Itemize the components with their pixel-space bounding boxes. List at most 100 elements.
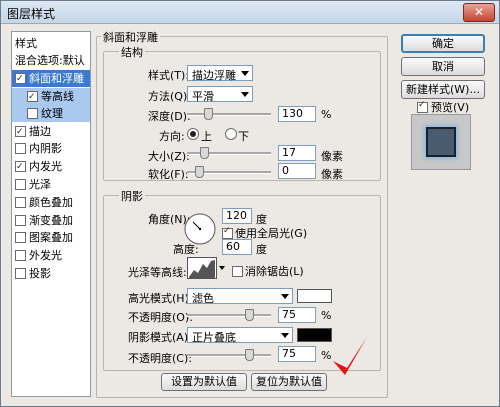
highlight-color-swatch[interactable] — [297, 289, 332, 303]
depth-slider[interactable] — [187, 107, 271, 121]
depth-label: 深度(D): — [148, 110, 191, 123]
style-list-item[interactable]: 描边 — [12, 123, 90, 141]
style-select[interactable]: 描边浮雕 — [187, 65, 253, 82]
style-list-label: 样式 — [15, 37, 37, 50]
contour-curve-icon — [189, 260, 215, 278]
style-list-label: 渐变叠加 — [29, 214, 73, 227]
size-unit: 像素 — [321, 150, 343, 163]
style-list-checkbox[interactable] — [15, 215, 26, 226]
style-list-item[interactable]: 投影 — [12, 265, 90, 282]
style-list-label: 斜面和浮雕 — [29, 72, 84, 85]
style-list-item[interactable]: 样式 — [15, 35, 93, 52]
style-list-item[interactable]: 外发光 — [12, 247, 90, 264]
cancel-button[interactable]: 取消 — [401, 57, 485, 76]
bevel-emboss-title: 斜面和浮雕 — [101, 29, 160, 45]
shadow-opacity-label: 不透明度(C): — [128, 352, 192, 365]
style-list-checkbox[interactable] — [15, 179, 26, 190]
style-list-label: 图案叠加 — [29, 231, 73, 244]
style-list-checkbox[interactable] — [15, 71, 26, 88]
chevron-down-icon — [241, 71, 249, 76]
shadow-color-swatch[interactable] — [297, 328, 332, 342]
style-list-label: 颜色叠加 — [29, 196, 73, 209]
depth-slider-thumb[interactable] — [204, 108, 213, 120]
angle-input[interactable]: 120 — [222, 208, 252, 224]
style-list-item[interactable]: 纹理 — [12, 105, 90, 122]
ok-button[interactable]: 确定 — [401, 34, 485, 53]
soften-unit: 像素 — [321, 168, 343, 181]
style-label: 样式(T): — [148, 69, 190, 82]
highlight-opacity-unit: % — [321, 309, 332, 322]
style-list-checkbox[interactable] — [15, 124, 26, 141]
preview-label: 预览(V) — [431, 101, 470, 114]
chevron-down-icon — [281, 333, 289, 338]
size-slider-thumb[interactable] — [200, 147, 209, 159]
style-list-checkbox[interactable] — [15, 143, 26, 154]
close-button[interactable]: ✕ — [463, 3, 495, 22]
style-list-checkbox[interactable] — [15, 268, 26, 279]
highlight-opacity-slider[interactable] — [187, 308, 271, 322]
style-list-checkbox[interactable] — [15, 250, 26, 261]
style-list-item[interactable]: 斜面和浮雕 — [12, 70, 90, 88]
chevron-down-icon[interactable] — [219, 266, 225, 270]
style-list-item[interactable]: 渐变叠加 — [12, 212, 90, 229]
preview-checkbox[interactable] — [417, 100, 428, 113]
style-list-label: 纹理 — [41, 107, 63, 120]
antialias-checkbox[interactable] — [232, 266, 243, 277]
style-list-item[interactable]: 等高线 — [12, 88, 90, 106]
preview-swatch — [426, 127, 456, 157]
direction-up-label: 上 — [201, 130, 212, 143]
style-list-item[interactable]: 内发光 — [12, 158, 90, 176]
style-list-label: 混合选项:默认 — [15, 54, 85, 67]
depth-slider-track — [187, 113, 271, 116]
shadow-opacity-input[interactable]: 75 — [278, 346, 316, 362]
style-list-label: 投影 — [29, 267, 51, 280]
style-list-item[interactable]: 图案叠加 — [12, 229, 90, 246]
window-title: 图层样式 — [7, 7, 56, 21]
depth-unit: % — [321, 108, 332, 121]
reset-default-button[interactable]: 复位为默认值 — [251, 373, 327, 391]
style-list-item[interactable]: 内阴影 — [12, 140, 90, 157]
shadow-mode-select[interactable]: 正片叠底 — [187, 327, 293, 344]
style-list-item[interactable]: 光泽 — [12, 176, 90, 193]
structure-title: 结构 — [119, 44, 145, 60]
altitude-label: 高度: — [173, 243, 199, 256]
style-list-checkbox[interactable] — [15, 197, 26, 208]
highlight-mode-select[interactable]: 滤色 — [187, 288, 293, 305]
style-list-label: 等高线 — [41, 90, 74, 103]
highlight-opacity-thumb[interactable] — [245, 309, 254, 321]
size-input[interactable]: 17 — [278, 145, 316, 161]
shadow-opacity-slider[interactable] — [187, 348, 271, 362]
gloss-contour-picker[interactable] — [187, 257, 217, 279]
new-style-button[interactable]: 新建样式(W)... — [401, 80, 485, 99]
size-slider[interactable] — [187, 146, 271, 160]
global-light-checkbox[interactable] — [222, 226, 233, 239]
style-list-checkbox[interactable] — [27, 89, 38, 106]
soften-label: 软化(F): — [148, 168, 189, 181]
depth-input[interactable]: 130 — [278, 106, 316, 122]
soften-slider[interactable] — [187, 165, 271, 179]
altitude-unit: 度 — [256, 243, 267, 256]
style-list-checkbox[interactable] — [15, 159, 26, 176]
style-list-checkbox[interactable] — [15, 232, 26, 243]
set-default-button[interactable]: 设置为默认值 — [161, 373, 247, 391]
style-list-item[interactable]: 颜色叠加 — [12, 194, 90, 211]
altitude-input[interactable]: 60 — [222, 239, 252, 255]
highlight-mode-value: 滤色 — [192, 292, 214, 305]
style-list-label: 描边 — [29, 125, 51, 138]
soften-input[interactable]: 0 — [278, 163, 316, 179]
direction-down-radio[interactable] — [225, 128, 237, 140]
shadow-mode-value: 正片叠底 — [192, 331, 236, 344]
direction-down-label: 下 — [238, 130, 249, 143]
style-list-label: 外发光 — [29, 249, 62, 262]
highlight-opacity-input[interactable]: 75 — [278, 307, 316, 323]
antialias-label: 消除锯齿(L) — [245, 265, 304, 278]
shadow-opacity-thumb[interactable] — [245, 349, 254, 361]
soften-slider-thumb[interactable] — [195, 166, 204, 178]
direction-up-radio[interactable] — [187, 128, 199, 140]
style-list-checkbox[interactable] — [27, 108, 38, 119]
style-list-label: 光泽 — [29, 178, 51, 191]
layer-style-dialog: 图层样式 ✕ 样式混合选项:默认斜面和浮雕等高线纹理描边内阴影内发光光泽颜色叠加… — [0, 0, 500, 407]
style-list-item[interactable]: 混合选项:默认 — [15, 52, 93, 69]
technique-select[interactable]: 平滑 — [187, 86, 253, 103]
technique-label: 方法(Q): — [148, 90, 191, 103]
